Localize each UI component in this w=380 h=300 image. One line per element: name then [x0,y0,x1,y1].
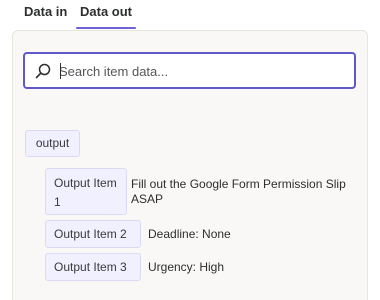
output-item-3-key[interactable]: Output Item 3 [45,253,141,281]
output-item-2-value: Deadline: None [148,227,231,241]
search-icon [35,63,51,79]
search-input[interactable] [59,60,344,82]
tab-data-out[interactable]: Data out [76,0,136,29]
output-item-1-key[interactable]: Output Item 1 [45,168,127,215]
text-caret [60,63,61,79]
tab-data-in[interactable]: Data in [24,0,67,28]
data-output-panel: Data in Data out output Output Item 1 Fi… [0,0,380,300]
search-box[interactable] [23,52,356,89]
tab-bar: Data in Data out [0,0,380,30]
output-item-3-value: Urgency: High [148,260,225,274]
output-root-chip[interactable]: output [25,130,80,157]
output-item-1-value: Fill out the Google Form Permission Slip… [131,177,346,206]
output-item-2-key[interactable]: Output Item 2 [45,220,141,248]
